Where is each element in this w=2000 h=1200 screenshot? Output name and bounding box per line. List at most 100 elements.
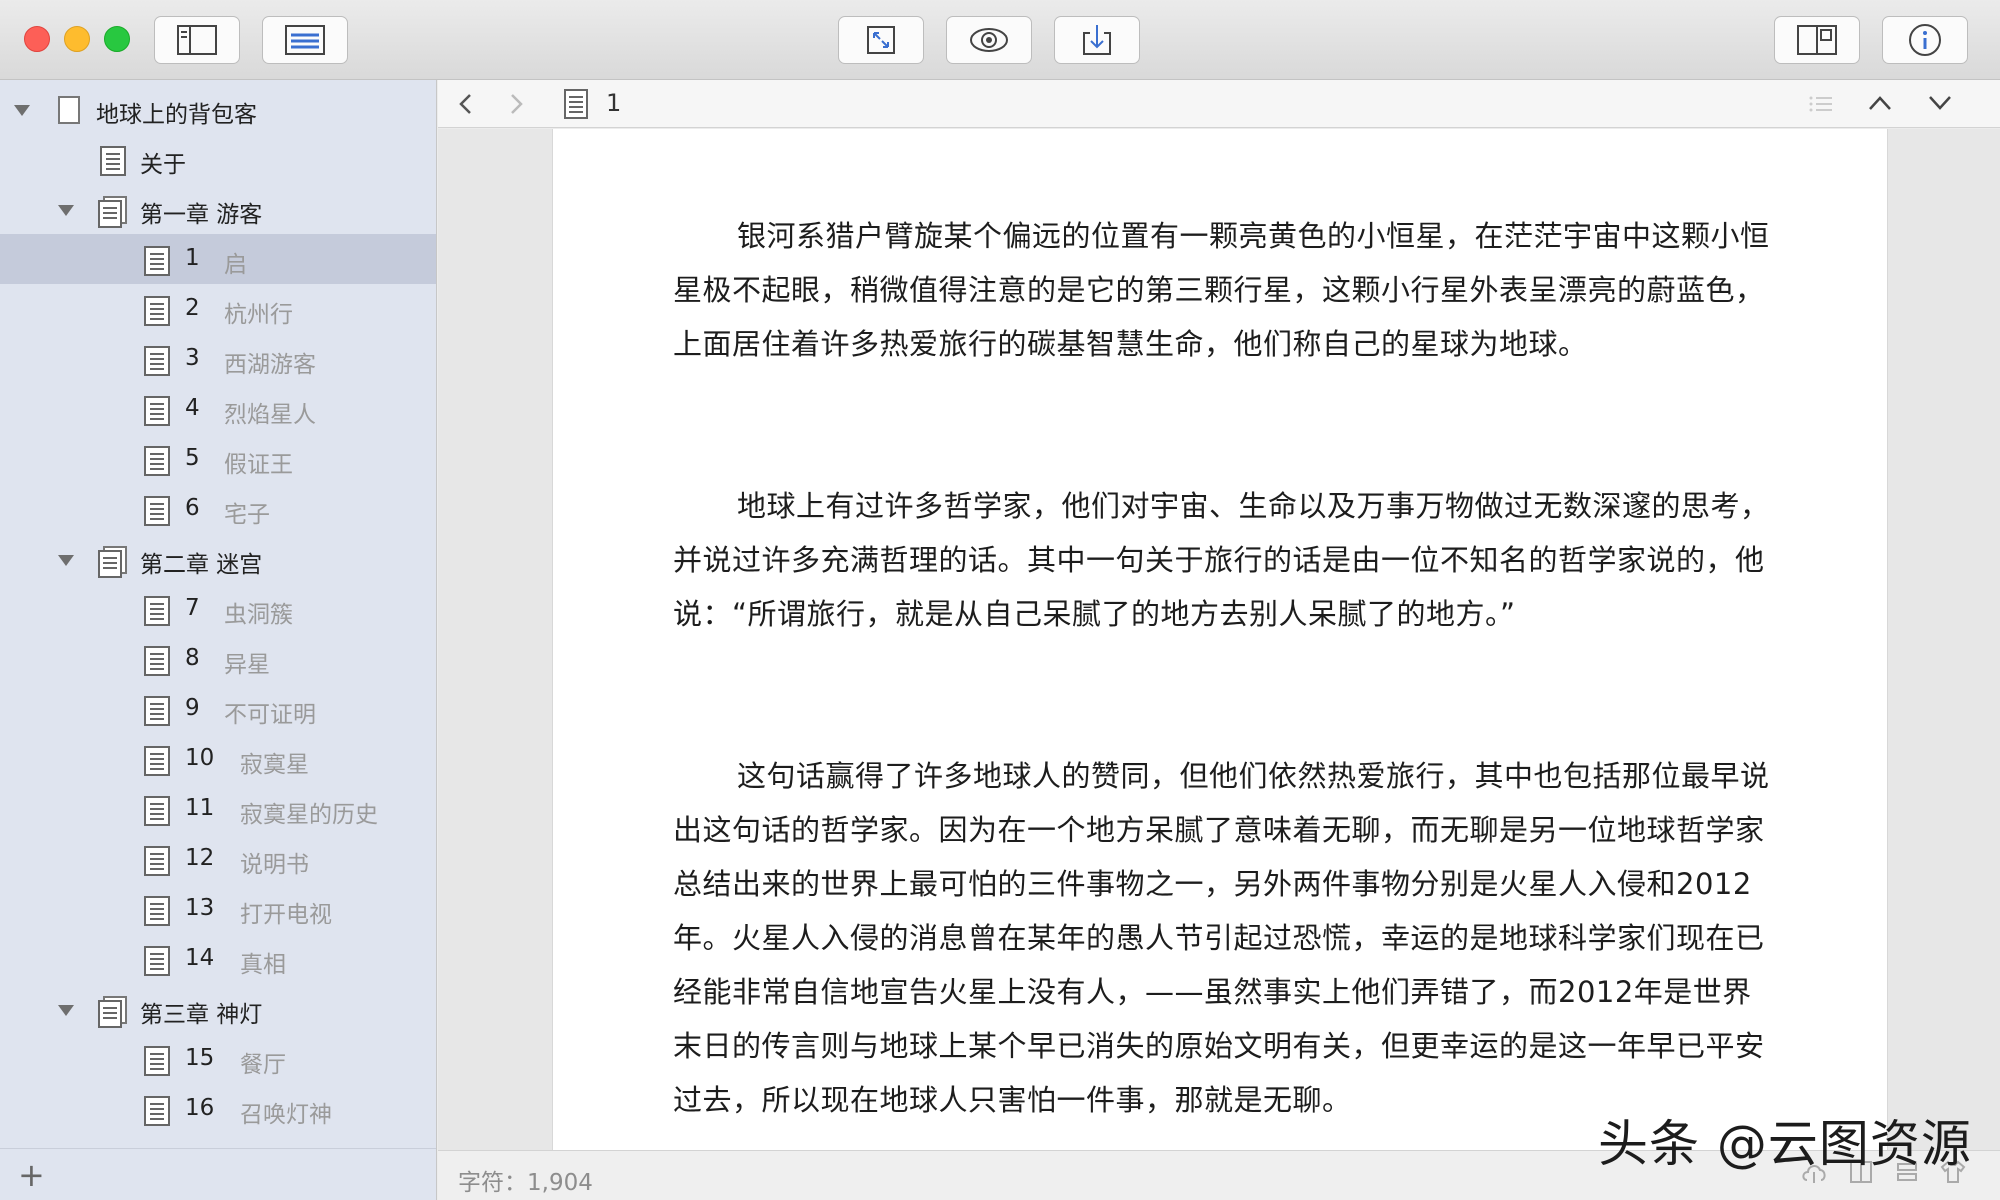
window-toolbar <box>0 0 2000 80</box>
binder-item-number: 3 <box>185 345 200 371</box>
binder-item-number: 14 <box>185 945 215 971</box>
binder-document[interactable]: 9 不可证明 <box>0 684 436 734</box>
binder-document[interactable]: 16 召唤灯神 <box>0 1084 436 1134</box>
disclosure-triangle-icon[interactable] <box>58 555 74 566</box>
binder-item-label: 第三章 神灯 <box>140 1002 263 1028</box>
info-icon <box>1909 24 1941 56</box>
binder-document[interactable]: 7 虫洞簇 <box>0 584 436 634</box>
binder-item-number: 16 <box>185 1095 215 1121</box>
binder-folder[interactable]: 第三章 神灯 <box>0 984 436 1034</box>
close-window-button[interactable] <box>24 26 50 52</box>
binder-item-label: 关于 <box>140 152 186 178</box>
disclosure-triangle-icon[interactable] <box>58 205 74 216</box>
binder-item-number: 9 <box>185 695 200 721</box>
binder-document[interactable]: 1启 <box>0 234 436 284</box>
binder-item-label: 寂寞星 <box>240 752 309 778</box>
binder-document[interactable]: 关于 <box>0 134 436 184</box>
back-arrow-icon[interactable] <box>458 93 474 115</box>
binder-document[interactable]: 12 说明书 <box>0 834 436 884</box>
sidebar-toggle-button[interactable] <box>154 16 240 64</box>
binder-document[interactable]: 13 打开电视 <box>0 884 436 934</box>
binder-item-number: 2 <box>185 295 200 321</box>
document-icon <box>564 89 588 119</box>
binder-sidebar: 地球上的背包客 关于 第一章 游客 1 启 2 杭州行 3 西湖游客 4 烈焰星人 5 假证王 6 宅子第… <box>0 80 437 1200</box>
add-item-button[interactable]: + <box>18 1159 45 1191</box>
binder-document[interactable]: 4 烈焰星人 <box>0 384 436 434</box>
binder-document[interactable]: 14 真相 <box>0 934 436 984</box>
binder-folder[interactable]: 第二章 迷宫 <box>0 534 436 584</box>
document-icon <box>144 696 170 730</box>
document-icon <box>144 746 170 780</box>
binder-document[interactable]: 11 寂寞星的历史 <box>0 784 436 834</box>
binder-item-label: 打开电视 <box>240 902 332 928</box>
chevron-up-icon[interactable] <box>1868 95 1892 111</box>
document-icon <box>100 146 126 180</box>
preview-eye-icon <box>970 28 1008 52</box>
binder-item-label: 第二章 迷宫 <box>140 552 263 578</box>
binder-item-number: 13 <box>185 895 215 921</box>
expand-icon <box>867 26 895 54</box>
binder-item-label: 宅子 <box>224 502 270 528</box>
binder-document[interactable]: 2 杭州行 <box>0 284 436 334</box>
folder-icon <box>98 546 128 582</box>
folder-icon <box>98 196 128 232</box>
character-count: 字符：1,904 <box>458 1170 593 1196</box>
paragraph: 这句话赢得了许多地球人的赞同，但他们依然热爱旅行，其中也包括那位最早说出这句话的… <box>673 759 1770 1117</box>
binder-item-label: 寂寞星的历史 <box>240 802 378 828</box>
document-icon <box>144 1096 170 1130</box>
editor-header: 1 <box>438 80 2000 128</box>
split-view-button[interactable] <box>1774 16 1860 64</box>
binder-item-number: 8 <box>185 645 200 671</box>
binder-document[interactable]: 15 餐厅 <box>0 1034 436 1084</box>
binder-item-number: 6 <box>185 495 200 521</box>
binder-item-label: 餐厅 <box>240 1052 286 1078</box>
document-icon <box>144 496 170 530</box>
document-icon <box>144 796 170 830</box>
forward-arrow-icon[interactable] <box>508 93 524 115</box>
binder-item-label: 启 <box>224 252 247 278</box>
info-button[interactable] <box>1882 16 1968 64</box>
export-download-icon <box>1083 25 1111 55</box>
minimize-window-button[interactable] <box>64 26 90 52</box>
list-view-button[interactable] <box>262 16 348 64</box>
document-icon <box>144 646 170 680</box>
binder-item-label: 西湖游客 <box>224 352 316 378</box>
document-icon <box>144 896 170 930</box>
binder-document[interactable]: 10 寂寞星 <box>0 734 436 784</box>
outline-list-icon[interactable] <box>1808 94 1834 114</box>
binder-item-label: 召唤灯神 <box>240 1102 332 1128</box>
preview-button[interactable] <box>946 16 1032 64</box>
document-icon <box>144 1046 170 1080</box>
document-icon <box>144 596 170 630</box>
binder-item-label: 不可证明 <box>224 702 316 728</box>
expand-button[interactable] <box>838 16 924 64</box>
disclosure-triangle-icon[interactable] <box>14 105 30 116</box>
document-icon <box>144 446 170 480</box>
binder-item-label: 杭州行 <box>224 302 293 328</box>
paragraph: 银河系猎户臂旋某个偏远的位置有一颗亮黄色的小恒星，在茫茫宇宙中这颗小恒星极不起眼… <box>673 219 1770 361</box>
zoom-window-button[interactable] <box>104 26 130 52</box>
binder-root-label: 地球上的背包客 <box>96 102 257 128</box>
document-icon <box>58 96 80 124</box>
binder-root[interactable]: 地球上的背包客 <box>0 84 436 134</box>
binder-document[interactable]: 6 宅子 <box>0 484 436 534</box>
binder-item-number: 10 <box>185 745 215 771</box>
editor-page[interactable]: 银河系猎户臂旋某个偏远的位置有一颗亮黄色的小恒星，在茫茫宇宙中这颗小恒星极不起眼… <box>552 129 1888 1150</box>
binder-document[interactable]: 8 异星 <box>0 634 436 684</box>
binder-item-number: 4 <box>185 395 200 421</box>
export-button[interactable] <box>1054 16 1140 64</box>
binder-document[interactable]: 3 西湖游客 <box>0 334 436 384</box>
watermark: 头条 @云图资源 <box>1598 1115 1972 1173</box>
disclosure-triangle-icon[interactable] <box>58 1005 74 1016</box>
binder-item-number: 1 <box>185 245 200 271</box>
chevron-down-icon[interactable] <box>1928 95 1952 111</box>
sidebar-divider <box>0 1148 436 1149</box>
binder-folder[interactable]: 第一章 游客 <box>0 184 436 234</box>
binder-item-label: 异星 <box>224 652 270 678</box>
binder-item-number: 5 <box>185 445 200 471</box>
split-view-icon <box>1797 25 1837 55</box>
sidebar-toggle-icon <box>177 25 217 55</box>
document-icon <box>144 946 170 980</box>
paragraph: 地球上有过许多哲学家，他们对宇宙、生命以及万事万物做过无数深邃的思考，并说过许多… <box>673 489 1770 631</box>
binder-document[interactable]: 5 假证王 <box>0 434 436 484</box>
